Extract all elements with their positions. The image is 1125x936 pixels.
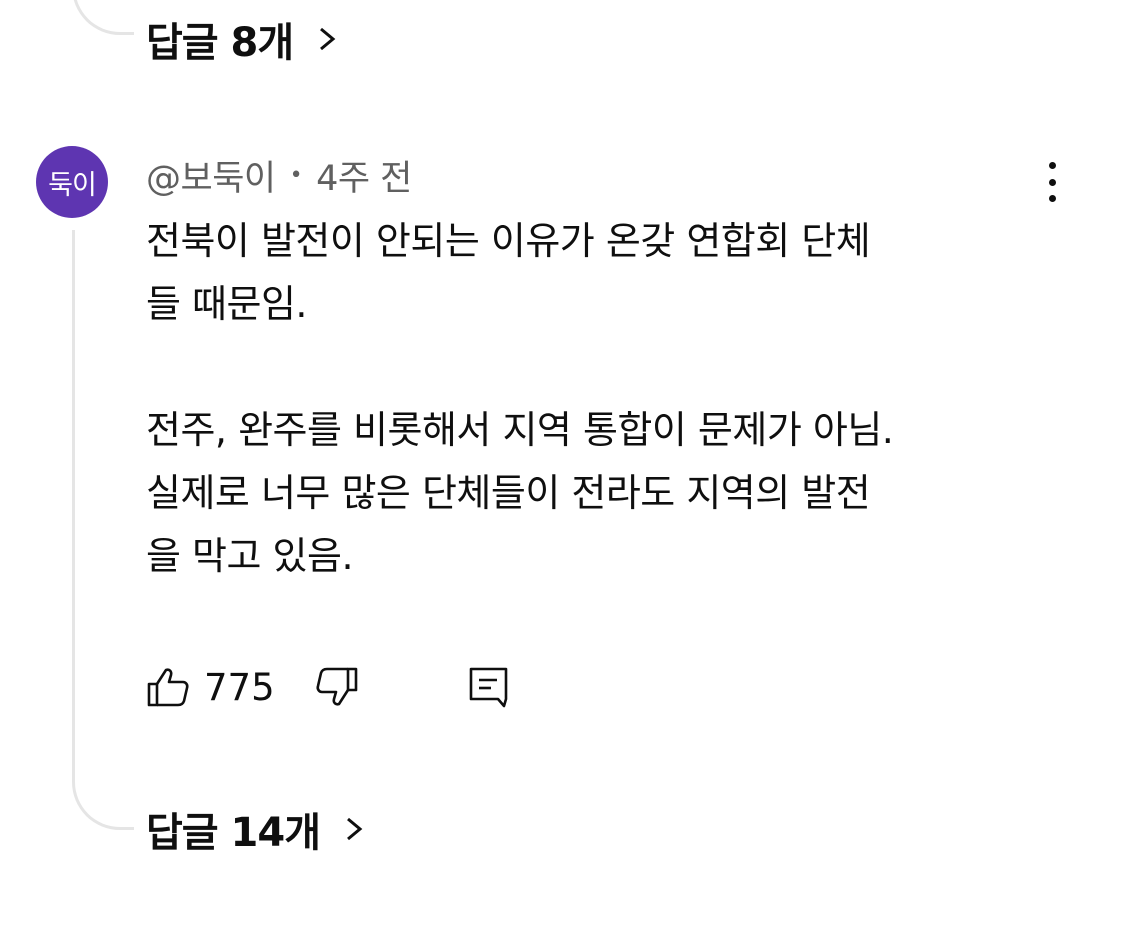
comment-actions: 775	[146, 658, 511, 716]
comment-line: 들 때문임.	[146, 282, 308, 326]
more-vertical-icon-dot	[1048, 195, 1056, 202]
avatar-text: 둑이	[48, 169, 97, 201]
reply-button[interactable]	[467, 665, 511, 709]
like-count: 775	[204, 665, 275, 709]
more-vertical-icon-dot	[1048, 178, 1056, 186]
comment-header: @보둑이 • 4주 전	[146, 150, 412, 201]
avatar[interactable]: 둑이	[36, 146, 108, 218]
thread-connector-line	[72, 0, 134, 35]
comment-author[interactable]: @보둑이	[146, 150, 276, 201]
comment-line: 전북이 발전이 안되는 이유가 온갖 연합회 단체	[146, 219, 871, 263]
more-options-button[interactable]	[1034, 160, 1070, 204]
comment-line: 실제로 너무 많은 단체들이 전라도 지역의 발전	[146, 471, 871, 515]
more-vertical-icon-dot	[1048, 162, 1056, 169]
comment-icon	[469, 667, 507, 708]
comment-line: 을 막고 있음.	[146, 534, 354, 578]
previous-replies-label: 답글 8개	[146, 20, 294, 66]
thumbs-down-icon	[316, 667, 357, 706]
thread-connector-line	[72, 230, 134, 830]
comment-time: 4주 전	[316, 159, 412, 199]
comment-body: 전북이 발전이 안되는 이유가 온갖 연합회 단체 들 때문임. 전주, 완주를…	[146, 210, 1046, 588]
previous-replies-link[interactable]: 답글 8개	[146, 10, 339, 68]
like-button[interactable]	[146, 665, 190, 709]
comment-line: 전주, 완주를 비롯해서 지역 통합이 문제가 아님.	[146, 408, 894, 452]
chevron-right-icon	[320, 27, 336, 51]
dislike-button[interactable]	[315, 665, 359, 709]
thumbs-up-icon	[147, 668, 189, 707]
header-separator: •	[289, 163, 303, 188]
replies-link[interactable]: 답글 14개	[146, 800, 366, 858]
comment-line	[146, 336, 1046, 399]
replies-label: 답글 14개	[146, 810, 321, 856]
chevron-right-icon	[347, 817, 363, 841]
